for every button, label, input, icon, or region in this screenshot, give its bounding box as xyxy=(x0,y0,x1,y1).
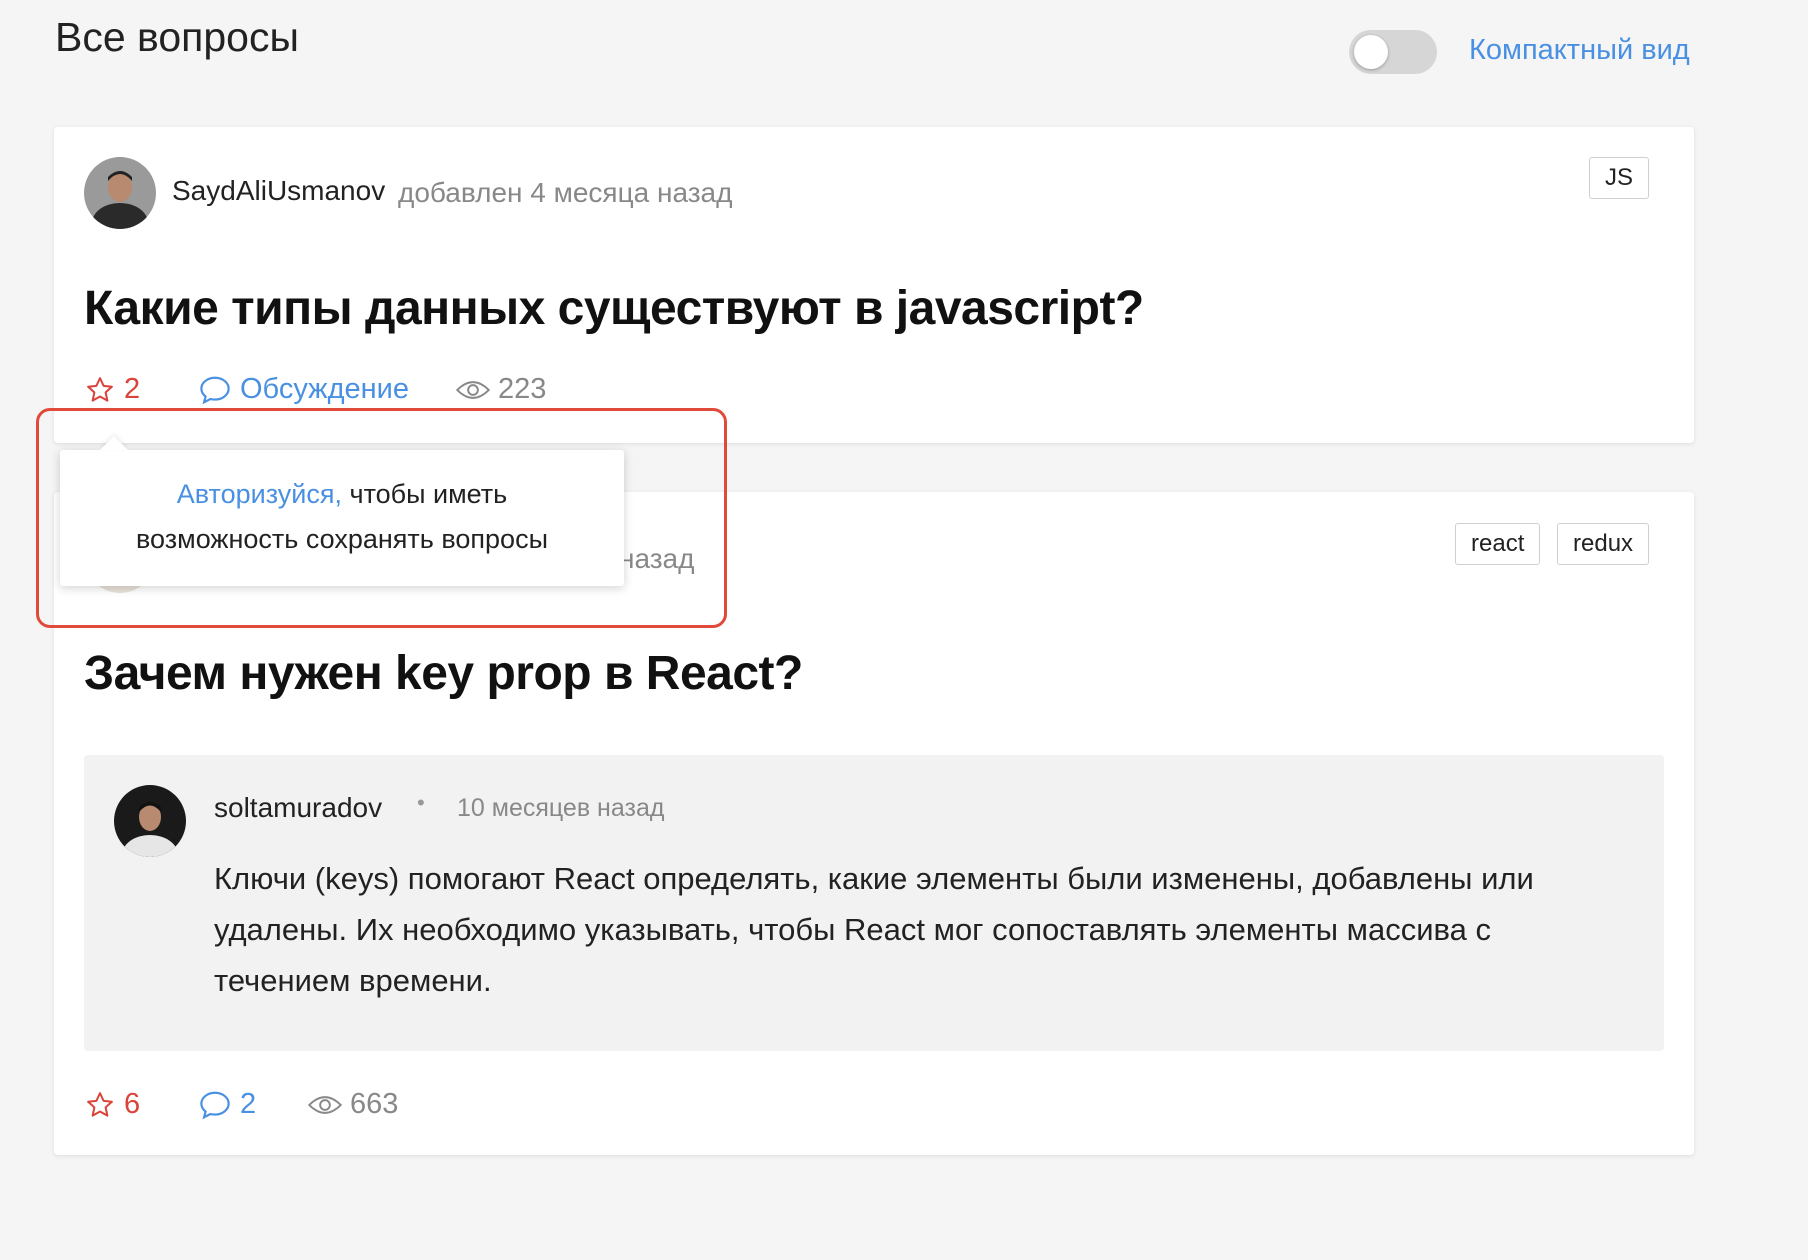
views-value: 223 xyxy=(498,373,547,405)
question-date: добавлен 4 месяца назад xyxy=(398,177,733,208)
comments-link[interactable]: 2 xyxy=(198,1088,256,1121)
star-icon xyxy=(87,1091,113,1117)
page-title: Все вопросы xyxy=(55,14,299,60)
toggle-knob xyxy=(1354,35,1388,69)
answer-preview[interactable]: soltamuradov • 10 месяцев назад Ключи (k… xyxy=(84,755,1664,1051)
tag-react[interactable]: react xyxy=(1455,523,1541,565)
tooltip-text-2: возможность сохранять вопросы xyxy=(136,524,548,554)
question-title[interactable]: Какие типы данных существуют в javascrip… xyxy=(84,281,1144,336)
comment-icon xyxy=(200,376,230,404)
answer-author[interactable]: soltamuradov xyxy=(214,792,382,824)
view-count: 663 xyxy=(308,1088,398,1121)
compact-view-link[interactable]: Компактный вид xyxy=(1469,34,1690,67)
comment-icon xyxy=(200,1091,230,1119)
author-name[interactable]: SaydAliUsmanov xyxy=(172,175,385,207)
views-value: 663 xyxy=(350,1088,399,1120)
auth-tooltip: Авторизуйся, чтобы иметь возможность сох… xyxy=(60,436,624,586)
question-date: назад xyxy=(619,543,695,574)
favorite-button[interactable]: 6 xyxy=(84,1088,140,1121)
tag-js[interactable]: JS xyxy=(1589,157,1650,199)
tag-redux[interactable]: redux xyxy=(1557,523,1650,565)
tooltip-line-1: Авторизуйся, чтобы иметь xyxy=(60,472,624,517)
eye-icon xyxy=(308,1095,342,1114)
answer-avatar[interactable] xyxy=(114,785,186,857)
star-icon xyxy=(87,376,113,402)
discussion-link[interactable]: Обсуждение xyxy=(198,373,409,406)
favorite-button[interactable]: 2 xyxy=(84,373,140,406)
answer-text: Ключи (keys) помогают React определять, … xyxy=(214,861,1534,998)
avatar[interactable] xyxy=(84,157,156,229)
comment-count: 2 xyxy=(240,1088,257,1120)
tooltip-text-1: чтобы иметь xyxy=(342,479,508,509)
tooltip-arrow xyxy=(100,436,128,450)
eye-icon xyxy=(456,380,490,399)
question-title[interactable]: Зачем нужен key prop в React? xyxy=(84,646,803,701)
answer-date: 10 месяцев назад xyxy=(457,794,665,822)
separator-dot: • xyxy=(417,790,425,815)
login-link[interactable]: Авторизуйся, xyxy=(177,479,342,509)
view-count: 223 xyxy=(456,373,546,406)
compact-view-toggle[interactable] xyxy=(1349,30,1437,74)
star-count: 6 xyxy=(124,1088,141,1120)
star-count: 2 xyxy=(124,373,141,405)
question-card: назад react redux Зачем нужен key prop в… xyxy=(54,492,1694,1155)
question-card: SaydAliUsmanov добавлен 4 месяца назад J… xyxy=(54,127,1694,443)
comment-label: Обсуждение xyxy=(240,373,409,405)
